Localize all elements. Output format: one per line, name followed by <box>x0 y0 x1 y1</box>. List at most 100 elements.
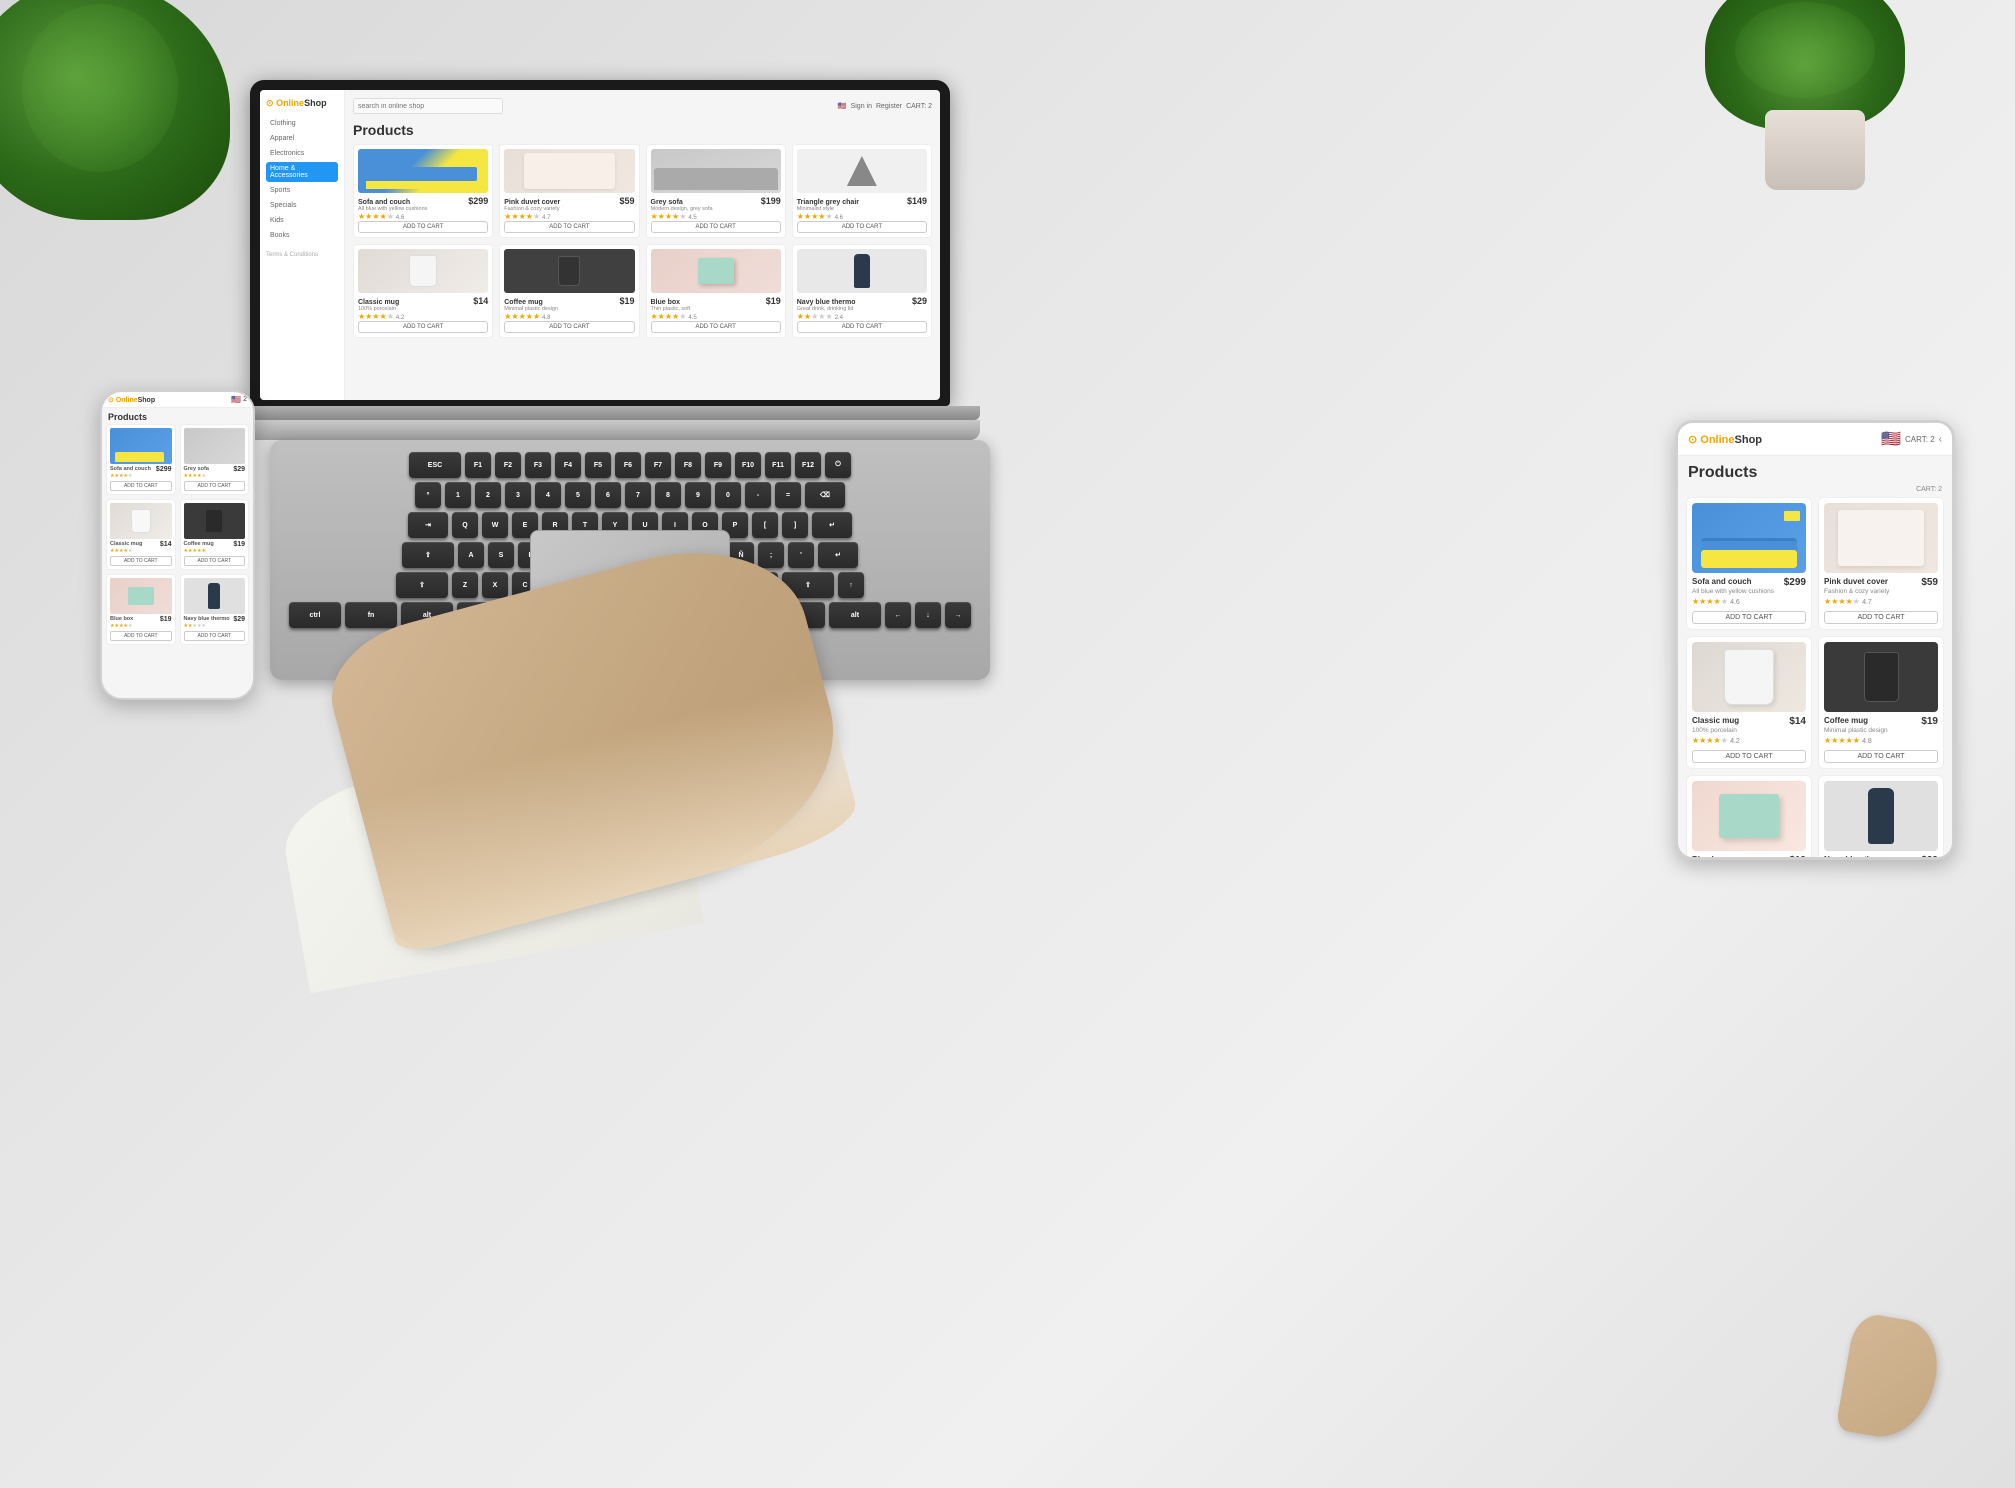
key-9[interactable]: 9 <box>685 482 711 508</box>
key-esc[interactable]: ESC <box>409 452 461 478</box>
add-to-cart-grey-sofa[interactable]: ADD TO CART <box>651 221 781 233</box>
sidebar-item-sports[interactable]: Sports <box>266 184 338 197</box>
add-to-cart-classic-mug[interactable]: ADD TO CART <box>358 321 488 333</box>
key-bracket-r[interactable]: ] <box>782 512 808 538</box>
key-1[interactable]: 1 <box>445 482 471 508</box>
key-f7[interactable]: F7 <box>645 452 671 478</box>
key-backspace[interactable]: ⌫ <box>805 482 845 508</box>
key-bracket-l[interactable]: [ <box>752 512 778 538</box>
key-x[interactable]: X <box>482 572 508 598</box>
key-f6[interactable]: F6 <box>615 452 641 478</box>
key-alt-r[interactable]: alt <box>829 602 881 628</box>
key-f10[interactable]: F10 <box>735 452 761 478</box>
product-name-navy-thermo: Navy blue thermo <box>797 299 856 306</box>
sidebar-item-home[interactable]: Home & Accessories <box>266 162 338 182</box>
sidebar-item-clothing[interactable]: Clothing <box>266 117 338 130</box>
laptop-products-title: Products <box>353 122 932 138</box>
product-card-grey-sofa: Grey sofa $199 Modern design, grey sofa … <box>646 144 786 238</box>
key-3[interactable]: 3 <box>505 482 531 508</box>
key-s[interactable]: S <box>488 542 514 568</box>
key-return2[interactable]: ↵ <box>818 542 858 568</box>
product-name-blue-box: Blue box <box>651 299 681 306</box>
key-minus[interactable]: - <box>745 482 771 508</box>
phone-btn-blue-box[interactable]: ADD TO CART <box>110 631 172 641</box>
key-tab[interactable]: ⇥ <box>408 512 448 538</box>
key-f11[interactable]: F11 <box>765 452 791 478</box>
key-ctrl-l[interactable]: ctrl <box>289 602 341 628</box>
key-right[interactable]: → <box>945 602 971 628</box>
key-f3[interactable]: F3 <box>525 452 551 478</box>
phone-btn-sofa[interactable]: ADD TO CART <box>110 481 172 491</box>
key-f9[interactable]: F9 <box>705 452 731 478</box>
key-z[interactable]: Z <box>452 572 478 598</box>
tablet-name-duvet: Pink duvet cover <box>1824 577 1888 586</box>
tablet-btn-duvet[interactable]: ADD TO CART <box>1824 611 1938 624</box>
tablet-name-sofa: Sofa and couch <box>1692 577 1752 586</box>
key-f5[interactable]: F5 <box>585 452 611 478</box>
key-f12[interactable]: F12 <box>795 452 821 478</box>
key-left[interactable]: ← <box>885 602 911 628</box>
tablet-stars-duvet: ★★★★★ 4.7 <box>1824 597 1938 606</box>
add-to-cart-chair[interactable]: ADD TO CART <box>797 221 927 233</box>
add-to-cart-coffee-mug[interactable]: ADD TO CART <box>504 321 634 333</box>
add-to-cart-duvet[interactable]: ADD TO CART <box>504 221 634 233</box>
tablet-cart-btn[interactable]: CART: 2 <box>1905 435 1935 444</box>
tablet-product-navy-thermo: Navy blue thermo $29 Great drink, drinki… <box>1818 775 1944 857</box>
key-f1[interactable]: F1 <box>465 452 491 478</box>
add-to-cart-blue-box[interactable]: ADD TO CART <box>651 321 781 333</box>
tablet-product-blue-box: Blue box $19 Thin plastic, soft ★★★★★ 4.… <box>1686 775 1812 857</box>
key-2[interactable]: 2 <box>475 482 501 508</box>
key-8[interactable]: 8 <box>655 482 681 508</box>
phone-btn-coffee-mug[interactable]: ADD TO CART <box>184 556 246 566</box>
tablet-back-icon[interactable]: ‹ <box>1939 434 1942 445</box>
key-power[interactable]: ⏻ <box>825 452 851 478</box>
add-to-cart-navy-thermo[interactable]: ADD TO CART <box>797 321 927 333</box>
laptop-search-input[interactable] <box>353 98 503 114</box>
tablet-img-navy-thermo <box>1824 781 1938 851</box>
key-w[interactable]: W <box>482 512 508 538</box>
key-f8[interactable]: F8 <box>675 452 701 478</box>
key-a[interactable]: A <box>458 542 484 568</box>
key-backtick[interactable]: º <box>415 482 441 508</box>
tablet-btn-coffee-mug[interactable]: ADD TO CART <box>1824 750 1938 763</box>
key-5[interactable]: 5 <box>565 482 591 508</box>
sidebar-footer: Terms & Conditions <box>266 252 338 258</box>
sign-in-link[interactable]: Sign in <box>851 103 872 110</box>
key-0[interactable]: 0 <box>715 482 741 508</box>
sidebar-item-kids[interactable]: Kids <box>266 214 338 227</box>
phone-btn-grey-sofa[interactable]: ADD TO CART <box>184 481 246 491</box>
key-semicolon[interactable]: ; <box>758 542 784 568</box>
cart-label[interactable]: CART: 2 <box>906 103 932 110</box>
tablet-logo: ⊙ OnlineShop <box>1688 433 1762 446</box>
product-img-coffee-mug <box>504 249 634 293</box>
tablet-btn-sofa[interactable]: ADD TO CART <box>1692 611 1806 624</box>
sidebar-item-books[interactable]: Books <box>266 229 338 242</box>
sidebar-item-electronics[interactable]: Electronics <box>266 147 338 160</box>
key-caps[interactable]: ⇪ <box>402 542 454 568</box>
key-up[interactable]: ↑ <box>838 572 864 598</box>
key-fn[interactable]: fn <box>345 602 397 628</box>
tablet-btn-classic-mug[interactable]: ADD TO CART <box>1692 750 1806 763</box>
phone-btn-navy-thermo[interactable]: ADD TO CART <box>184 631 246 641</box>
add-to-cart-sofa[interactable]: ADD TO CART <box>358 221 488 233</box>
key-return[interactable]: ↵ <box>812 512 852 538</box>
key-4[interactable]: 4 <box>535 482 561 508</box>
register-link[interactable]: Register <box>876 103 902 110</box>
sidebar-item-specials[interactable]: Specials <box>266 199 338 212</box>
phone-btn-classic-mug[interactable]: ADD TO CART <box>110 556 172 566</box>
key-q[interactable]: Q <box>452 512 478 538</box>
phone-rating-grey-sofa: ★★★★★ <box>184 473 246 479</box>
key-f4[interactable]: F4 <box>555 452 581 478</box>
sidebar-item-apparel[interactable]: Apparel <box>266 132 338 145</box>
key-shift-l[interactable]: ⇧ <box>396 572 448 598</box>
key-6[interactable]: 6 <box>595 482 621 508</box>
key-7[interactable]: 7 <box>625 482 651 508</box>
product-name-sofa: Sofa and couch <box>358 199 410 206</box>
key-down[interactable]: ↓ <box>915 602 941 628</box>
key-equals[interactable]: = <box>775 482 801 508</box>
key-quote[interactable]: ' <box>788 542 814 568</box>
product-price-grey-sofa: $199 <box>761 196 781 206</box>
phone-img-grey-sofa <box>184 428 246 464</box>
phone-price-blue-box: $19 <box>160 616 172 623</box>
key-f2[interactable]: F2 <box>495 452 521 478</box>
